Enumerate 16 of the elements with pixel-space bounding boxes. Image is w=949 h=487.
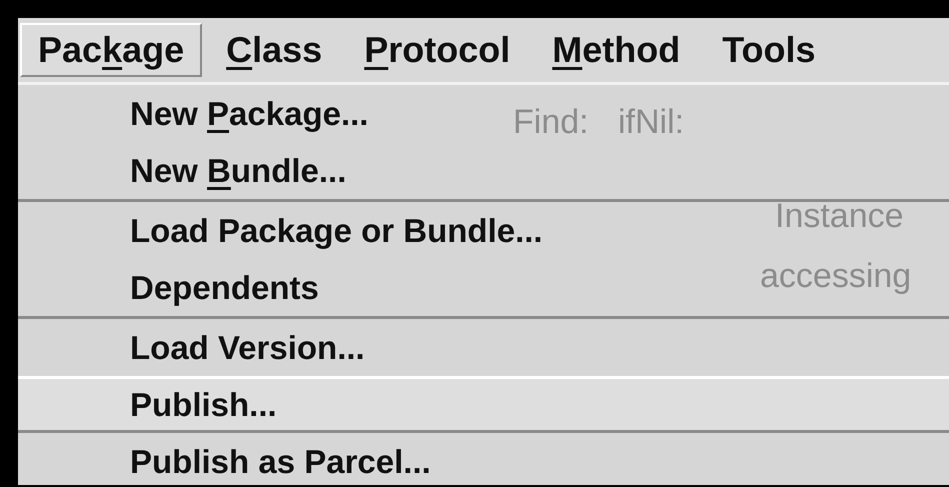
find-label: Find: xyxy=(513,103,589,142)
menu-item[interactable]: Load Version... xyxy=(18,319,395,376)
menu-item[interactable]: New Package... xyxy=(18,85,398,142)
menu-item[interactable]: Load Package or Bundle... xyxy=(18,202,573,259)
menu-item[interactable]: New Bundle... xyxy=(18,142,376,199)
menu-title[interactable]: Method xyxy=(534,23,698,77)
menu-title[interactable]: Package xyxy=(20,23,202,77)
protocol-item: accessing xyxy=(760,257,912,296)
find-field-value: ifNil: xyxy=(618,103,684,142)
menu-title[interactable]: Tools xyxy=(704,23,834,77)
menu-item[interactable]: Publish as Parcel... xyxy=(18,433,461,487)
panel-title: Instance xyxy=(775,197,904,236)
menu-item[interactable]: Publish... xyxy=(18,376,949,430)
menu-title[interactable]: Protocol xyxy=(346,23,528,77)
menu-title[interactable]: Class xyxy=(208,23,340,77)
menu-item[interactable]: Dependents xyxy=(18,259,349,316)
